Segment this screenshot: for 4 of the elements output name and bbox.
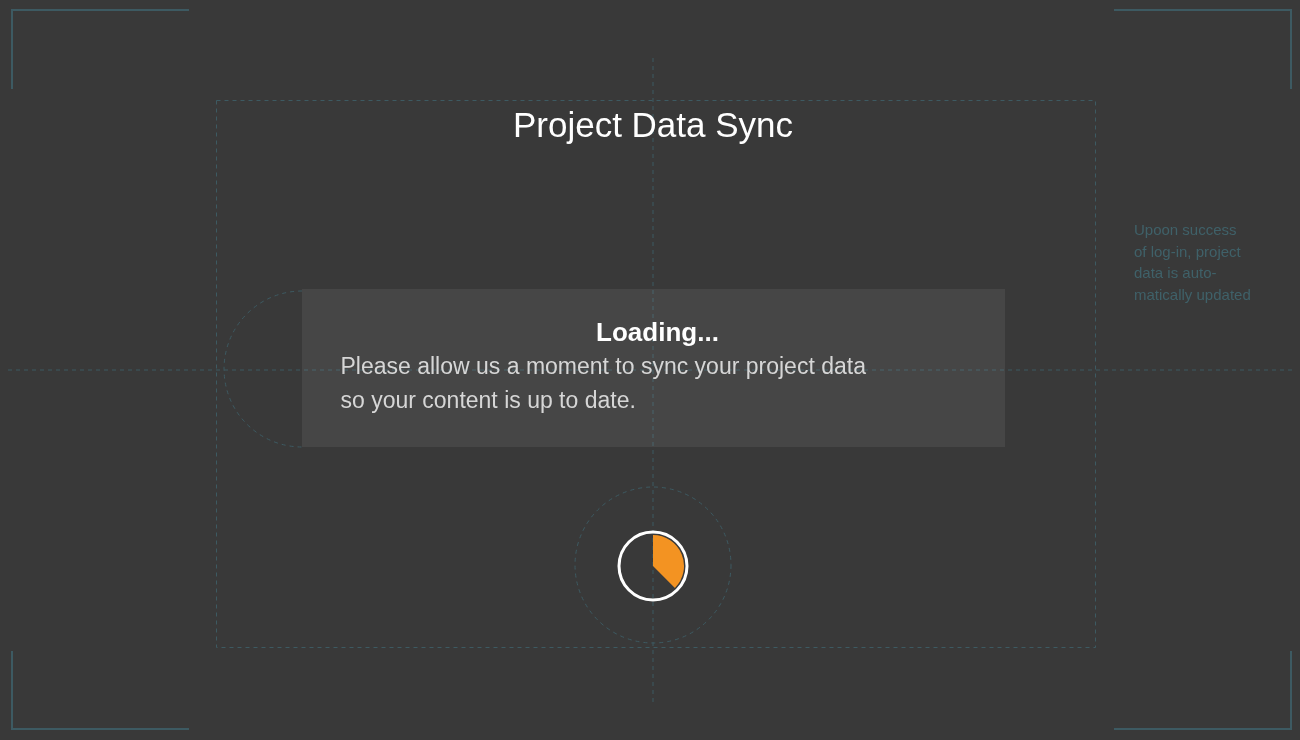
loading-heading: Loading... [596, 316, 719, 349]
progress-pie [617, 530, 689, 602]
page-title: Project Data Sync [512, 104, 794, 146]
loading-message: Please allow us a moment to sync your project data so your content is up to date. [340, 352, 866, 415]
